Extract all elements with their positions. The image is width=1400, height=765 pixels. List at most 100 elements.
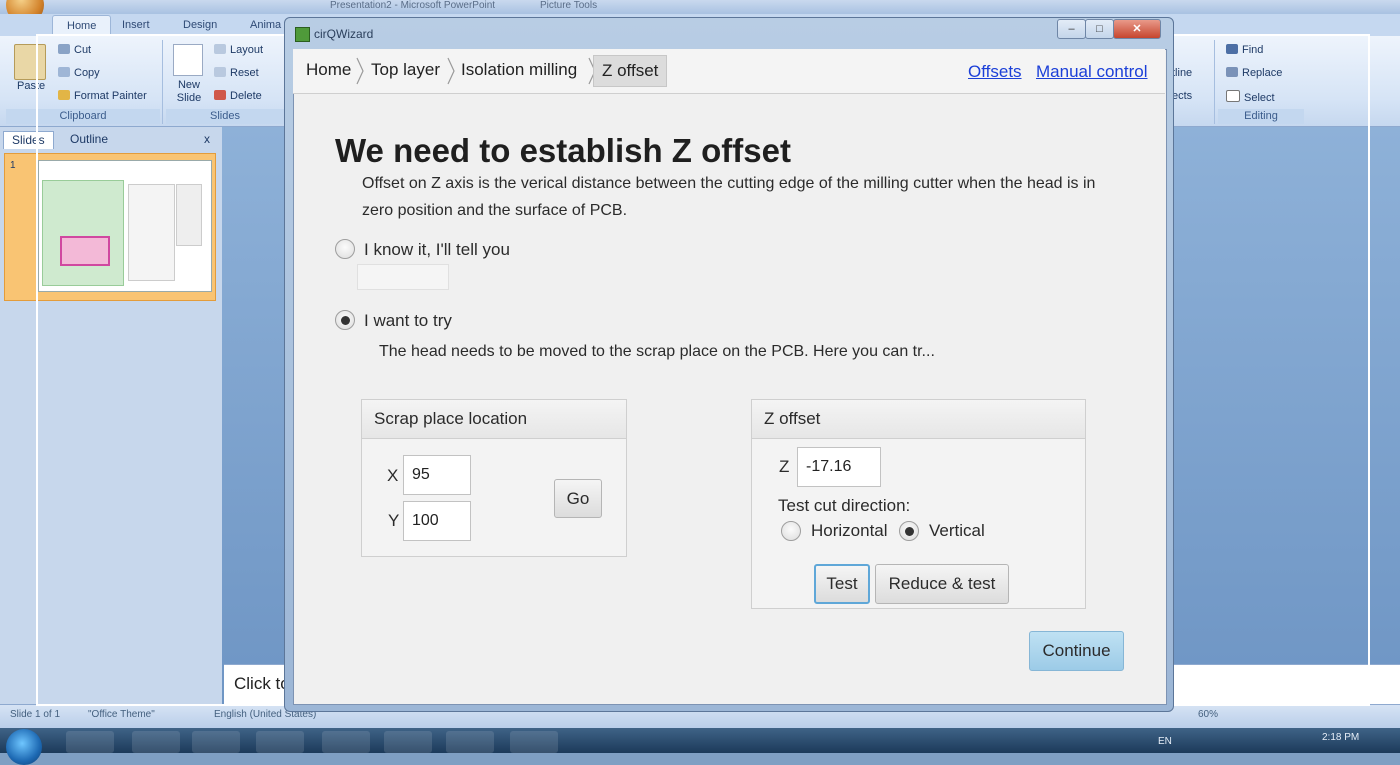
breadcrumb-z-offset[interactable]: Z offset: [593, 55, 668, 87]
radio-vertical-label[interactable]: Vertical: [929, 521, 985, 541]
replace-icon: [1226, 67, 1238, 77]
taskbar-powerpoint-icon[interactable]: [446, 731, 494, 753]
taskbar-skype-icon[interactable]: [384, 731, 432, 753]
thumbnail-panel-right: [176, 184, 202, 246]
start-button[interactable]: [6, 729, 42, 765]
close-button[interactable]: ✕: [1113, 19, 1161, 39]
x-field[interactable]: [403, 455, 471, 495]
radio-selected-dot: [341, 316, 350, 325]
taskbar-ie-icon[interactable]: [66, 731, 114, 753]
brush-icon: [58, 90, 70, 100]
z-offset-panel-title: Z offset: [752, 400, 1085, 439]
paste-button[interactable]: Paste: [17, 80, 45, 92]
continue-button[interactable]: Continue: [1029, 631, 1124, 671]
maximize-button[interactable]: □: [1085, 19, 1114, 39]
pane-close-icon[interactable]: x: [204, 132, 210, 146]
delete-label: Delete: [230, 90, 262, 102]
y-field[interactable]: [403, 501, 471, 541]
format-painter-button[interactable]: Format Painter: [58, 90, 147, 102]
chevron-right-icon: [447, 57, 455, 85]
layout-icon: [214, 44, 226, 54]
editing-group-label: Editing: [1218, 109, 1304, 124]
radio-vertical[interactable]: [899, 521, 919, 541]
notes-placeholder: Click to: [234, 674, 290, 693]
radio-horizontal[interactable]: [781, 521, 801, 541]
taskbar-chrome-icon[interactable]: [322, 731, 370, 753]
slides-group-label: Slides: [166, 109, 284, 124]
overlay-frame-left: [36, 34, 38, 706]
cut-button[interactable]: Cut: [58, 44, 91, 56]
new-slide-icon[interactable]: [173, 44, 203, 76]
breadcrumb-top-layer[interactable]: Top layer: [371, 55, 440, 87]
taskbar-explorer-icon[interactable]: [132, 731, 180, 753]
slides-tab[interactable]: Slides: [3, 131, 54, 149]
clipboard-group-label: Clipboard: [6, 109, 160, 124]
outline-tab[interactable]: Outline: [62, 131, 116, 148]
z-label: Z: [779, 457, 790, 476]
status-zoom: 60%: [1198, 709, 1219, 720]
page-description: Offset on Z axis is the verical distance…: [362, 175, 1096, 219]
find-label: Find: [1242, 44, 1264, 56]
copy-button[interactable]: Copy: [58, 67, 100, 79]
reduce-and-test-button[interactable]: Reduce & test: [875, 564, 1009, 604]
page-title: We need to establish Z offset: [335, 132, 791, 169]
radio-want-to-try[interactable]: [335, 310, 355, 330]
chevron-right-icon: [356, 57, 364, 85]
picture-tools-label: Picture Tools: [540, 0, 598, 11]
select-button[interactable]: Select: [1226, 90, 1275, 104]
thumbnail-pcb: [60, 236, 110, 266]
paste-icon[interactable]: [14, 44, 46, 80]
copy-label: Copy: [74, 67, 100, 79]
scrap-place-panel-title: Scrap place location: [362, 400, 626, 439]
radio-want-to-try-label[interactable]: I want to try: [364, 311, 452, 331]
status-theme: "Office Theme": [88, 709, 155, 720]
radio-horizontal-label[interactable]: Horizontal: [811, 521, 888, 541]
thumbnail-panel: [128, 184, 175, 281]
layout-label: Layout: [230, 44, 264, 56]
reset-icon: [214, 67, 226, 77]
scissors-icon: [58, 44, 70, 54]
powerpoint-title: Presentation2 - Microsoft PowerPoint: [330, 0, 496, 11]
overlay-frame-right: [1368, 34, 1370, 706]
radio-know-it[interactable]: [335, 239, 355, 259]
known-offset-field[interactable]: [357, 264, 449, 290]
breadcrumb-home[interactable]: Home: [306, 55, 351, 87]
radio-selected-dot: [905, 527, 914, 536]
layout-button[interactable]: Layout: [214, 44, 263, 56]
find-button[interactable]: Find: [1226, 44, 1263, 56]
test-cut-direction-label: Test cut direction:: [778, 496, 911, 515]
z-field[interactable]: [797, 447, 881, 487]
outline-button[interactable]: tline: [1172, 67, 1192, 79]
x-label: X: [387, 466, 399, 485]
status-slide-count: Slide 1 of 1: [10, 709, 61, 720]
test-button[interactable]: Test: [814, 564, 870, 604]
offsets-link[interactable]: Offsets: [968, 62, 1022, 82]
delete-button[interactable]: Delete: [214, 90, 262, 102]
ribbon-separator: [1214, 40, 1215, 124]
cursor-icon: [1226, 90, 1240, 102]
tray-language[interactable]: EN: [1158, 736, 1172, 747]
radio-know-it-label[interactable]: I know it, I'll tell you: [364, 240, 510, 260]
replace-label: Replace: [1242, 67, 1283, 79]
reset-label: Reset: [230, 67, 259, 79]
replace-button[interactable]: Replace: [1226, 67, 1282, 79]
new-slide-button[interactable]: New Slide: [172, 79, 206, 105]
taskbar-cirqwizard-icon[interactable]: [510, 731, 558, 753]
manual-control-link[interactable]: Manual control: [1036, 62, 1148, 82]
taskbar-media-icon[interactable]: [192, 731, 240, 753]
reset-button[interactable]: Reset: [214, 67, 259, 79]
ribbon-tab-design[interactable]: Design: [169, 15, 231, 36]
delete-icon: [214, 90, 226, 100]
effects-button[interactable]: ects: [1172, 90, 1192, 102]
go-button[interactable]: Go: [554, 479, 602, 518]
powerpoint-titlebar: [0, 0, 1400, 14]
slide-number: 1: [10, 160, 16, 171]
instruction-text: The head needs to be moved to the scrap …: [379, 343, 935, 360]
tray-clock[interactable]: 2:18 PM: [1322, 732, 1359, 743]
breadcrumb-isolation-milling[interactable]: Isolation milling: [461, 55, 577, 87]
minimize-button[interactable]: –: [1057, 19, 1086, 39]
taskbar-firefox-icon[interactable]: [256, 731, 304, 753]
ribbon-tab-insert[interactable]: Insert: [108, 15, 164, 36]
copy-icon: [58, 67, 70, 77]
ribbon-separator: [162, 40, 163, 124]
